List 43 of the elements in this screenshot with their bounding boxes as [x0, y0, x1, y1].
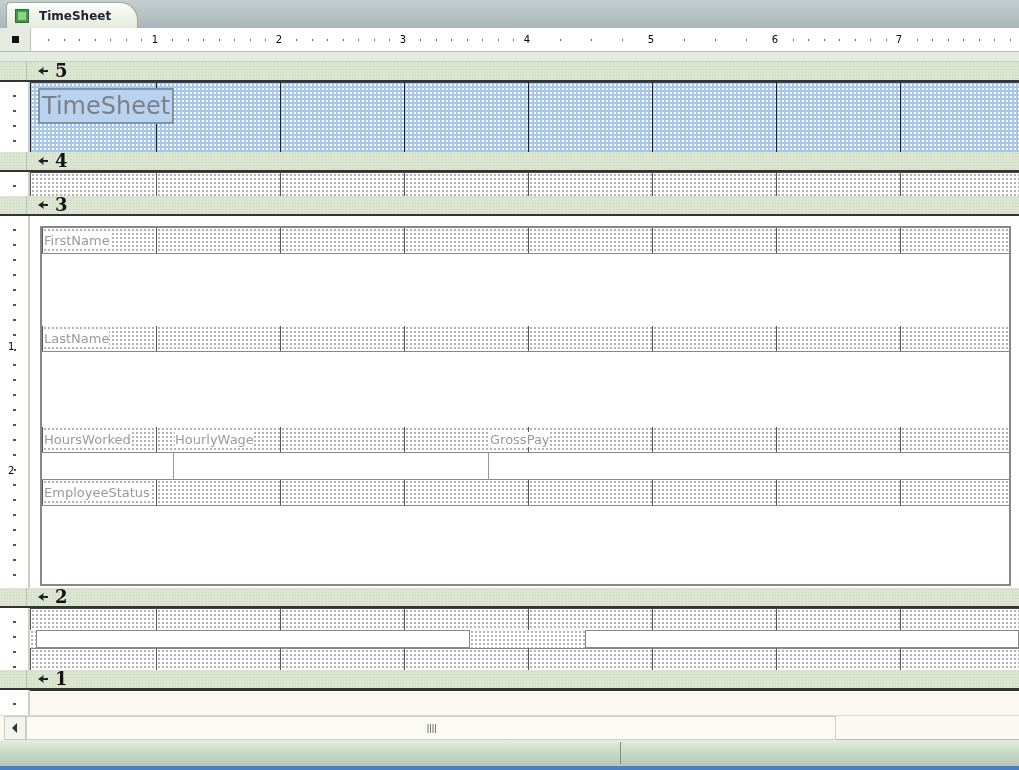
- field-label[interactable]: EmployeeStatus: [44, 485, 150, 500]
- down-arrow-icon: [37, 66, 49, 76]
- left-arrow-icon: [12, 723, 18, 733]
- section-number: 3: [55, 196, 68, 214]
- section-number: 2: [55, 588, 68, 606]
- ruler-number: 5: [646, 34, 655, 45]
- select-report-button[interactable]: [0, 28, 31, 51]
- field-label[interactable]: GrossPay: [490, 432, 550, 447]
- ruler-number: 1: [8, 341, 15, 353]
- ruler-number: 6: [770, 34, 779, 45]
- down-arrow-icon: [37, 674, 49, 684]
- ruler-number: 4: [522, 34, 531, 45]
- document-tab[interactable]: TimeSheet: [6, 2, 139, 28]
- section-number: 4: [55, 152, 68, 170]
- vertical-ruler: [0, 172, 30, 196]
- field-label[interactable]: HourlyWage: [175, 432, 254, 447]
- field-label[interactable]: LastName: [44, 331, 110, 346]
- section-bar[interactable]: 2: [0, 588, 1019, 608]
- section-bar[interactable]: 3: [0, 196, 1019, 216]
- section-number: 5: [55, 62, 68, 80]
- down-arrow-icon: [37, 200, 49, 210]
- ruler-number: 1: [150, 34, 159, 45]
- scroll-left-button[interactable]: [4, 716, 26, 740]
- section-bar[interactable]: 1: [0, 670, 1019, 690]
- text-field[interactable]: [585, 630, 1019, 648]
- ruler-number: 7: [894, 34, 903, 45]
- text-field[interactable]: [36, 630, 470, 648]
- ruler-number: 3: [398, 34, 407, 45]
- grip-icon: [426, 723, 436, 733]
- section-bar[interactable]: 4: [0, 152, 1019, 172]
- vertical-ruler: [0, 82, 30, 152]
- ruler-number: 2: [8, 465, 15, 477]
- report-icon: [15, 8, 29, 23]
- vertical-ruler: [0, 690, 30, 715]
- field-label[interactable]: HoursWorked: [44, 432, 131, 447]
- down-arrow-icon: [37, 156, 49, 166]
- section-number: 1: [55, 670, 68, 688]
- section-bar[interactable]: 5: [0, 62, 1019, 82]
- ruler-number: 2: [274, 34, 283, 45]
- horizontal-scrollbar[interactable]: [26, 716, 836, 740]
- down-arrow-icon: [37, 592, 49, 602]
- report-title-label[interactable]: TimeSheet: [38, 88, 175, 124]
- field-label[interactable]: FirstName: [44, 233, 110, 248]
